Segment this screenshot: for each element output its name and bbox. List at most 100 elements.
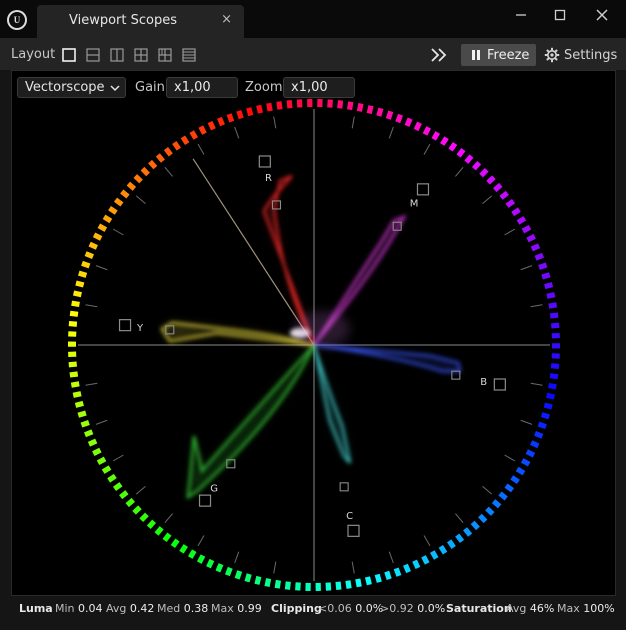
graticule-tick (164, 513, 173, 524)
hue-ring-segment (464, 154, 474, 164)
hue-ring-segment (180, 135, 190, 145)
layout-quad-icon[interactable] (134, 48, 148, 62)
hue-ring-segment (534, 430, 544, 439)
hue-ring-segment (264, 578, 272, 587)
hue-ring-segment (438, 545, 448, 555)
hue-ring-segment (395, 113, 403, 124)
pause-icon (472, 50, 480, 60)
hue-ring-segment (366, 105, 374, 115)
luma-max-value: 0.99 (237, 602, 262, 615)
hue-ring-segment (499, 190, 509, 200)
hue-ring-segment (84, 251, 94, 260)
hue-ring-segment (246, 107, 254, 117)
hue-ring-segment (148, 159, 158, 170)
hue-ring-segment (77, 270, 88, 278)
hue-ring-segment (505, 198, 516, 208)
hue-ring-segment (491, 499, 502, 509)
hue-ring-segment (196, 554, 206, 564)
layout-single-icon[interactable] (62, 48, 76, 62)
freeze-button[interactable]: Freeze (461, 44, 536, 66)
hue-ring-segment (327, 99, 333, 108)
hue-ring-segment (274, 579, 281, 589)
hue-ring-segment (355, 578, 362, 588)
luma-med-label: Med (157, 602, 181, 615)
layout-grid-icon[interactable] (158, 48, 172, 62)
hue-ring-segment (470, 520, 480, 531)
hue-ring-segment (295, 582, 301, 591)
hue-ring-segment (393, 567, 402, 577)
hue-ring-segment (537, 421, 547, 430)
hue-ring-segment (96, 456, 107, 466)
hue-ring-segment (521, 224, 532, 234)
title-bar: U Viewport Scopes × (0, 0, 626, 38)
hue-ring-segment (422, 126, 432, 136)
hue-ring-segment (87, 438, 98, 447)
hue-ring-segment (430, 550, 439, 560)
maximize-icon (554, 9, 566, 21)
graticule-tick (520, 265, 533, 271)
hue-ring-segment (540, 412, 551, 420)
tab-viewport-scopes[interactable]: Viewport Scopes × (37, 5, 244, 38)
clip-high-label: >0.92 (380, 602, 414, 615)
layout-list-icon[interactable] (182, 48, 196, 62)
layout-split-horizontal-icon[interactable] (86, 48, 100, 62)
hue-ring-segment (226, 113, 235, 123)
hue-ring-segment (101, 465, 112, 474)
hue-ring-segment (337, 100, 344, 109)
hue-ring-segment (140, 166, 150, 177)
hue-ring-segment (92, 232, 103, 241)
target-label: B (480, 377, 487, 388)
target-label: Y (136, 323, 144, 334)
target-inner-box (339, 482, 349, 492)
saturation-label: Saturation (446, 602, 512, 615)
tab-close-icon[interactable]: × (221, 12, 232, 27)
scope-panel: R M B C G Y Vectorscope Gain x1,00 Zoom x1,00 (11, 70, 616, 596)
hue-ring-segment (84, 429, 94, 438)
hue-ring-segment (515, 466, 526, 476)
graticule-tick (455, 166, 464, 177)
clip-low-label: <0.06 (318, 602, 352, 615)
hue-ring-segment (548, 382, 557, 390)
hue-ring-segment (335, 581, 342, 591)
target-inner-box (451, 370, 461, 380)
window-close-button[interactable] (587, 4, 617, 26)
hue-ring-segment (544, 282, 554, 290)
gain-input[interactable]: x1,00 (166, 77, 238, 98)
hue-ring-segment (276, 101, 283, 110)
luma-avg-value: 0.42 (129, 602, 155, 615)
maximize-button[interactable] (545, 4, 575, 26)
layout-split-vertical-icon[interactable] (110, 48, 124, 62)
hue-ring-segment (188, 549, 197, 559)
scope-mode-value: Vectorscope (25, 80, 105, 95)
hue-ring-segment (207, 120, 216, 131)
hue-ring-segment (356, 103, 364, 112)
hue-ring-segment (550, 363, 560, 370)
hue-ring-segment (511, 207, 521, 217)
hue-ring-segment (77, 410, 87, 418)
hue-ring-segment (256, 104, 263, 114)
scope-mode-dropdown[interactable]: Vectorscope (17, 77, 126, 98)
target-label: G (210, 484, 218, 495)
target-outer-box (416, 183, 430, 196)
hue-ring-segment (172, 141, 181, 151)
hue-ring-segment (516, 216, 527, 225)
graticule-tick (112, 454, 124, 462)
zoom-input[interactable]: x1,00 (283, 77, 355, 98)
chevron-down-icon (110, 84, 120, 91)
settings-button[interactable]: Settings (544, 44, 617, 66)
hue-ring-segment (493, 182, 503, 193)
hue-ring-segment (162, 532, 172, 543)
expand-double-chevron-icon[interactable] (430, 47, 448, 63)
hue-ring-segment (385, 110, 394, 120)
status-bar: Luma Min 0.04 Avg 0.42 Med 0.38 Max 0.99… (0, 597, 626, 619)
graticule-tick (234, 551, 240, 564)
graticule-tick (504, 228, 516, 236)
graticule-tick (135, 486, 146, 495)
minimize-button[interactable] (506, 4, 536, 26)
hue-ring-segment (365, 576, 372, 586)
hue-ring-segment (73, 290, 82, 298)
hue-ring-segment (179, 544, 188, 554)
hue-ring-segment (146, 519, 157, 529)
graticule-tick (164, 166, 173, 177)
hue-ring-segment (549, 373, 559, 380)
